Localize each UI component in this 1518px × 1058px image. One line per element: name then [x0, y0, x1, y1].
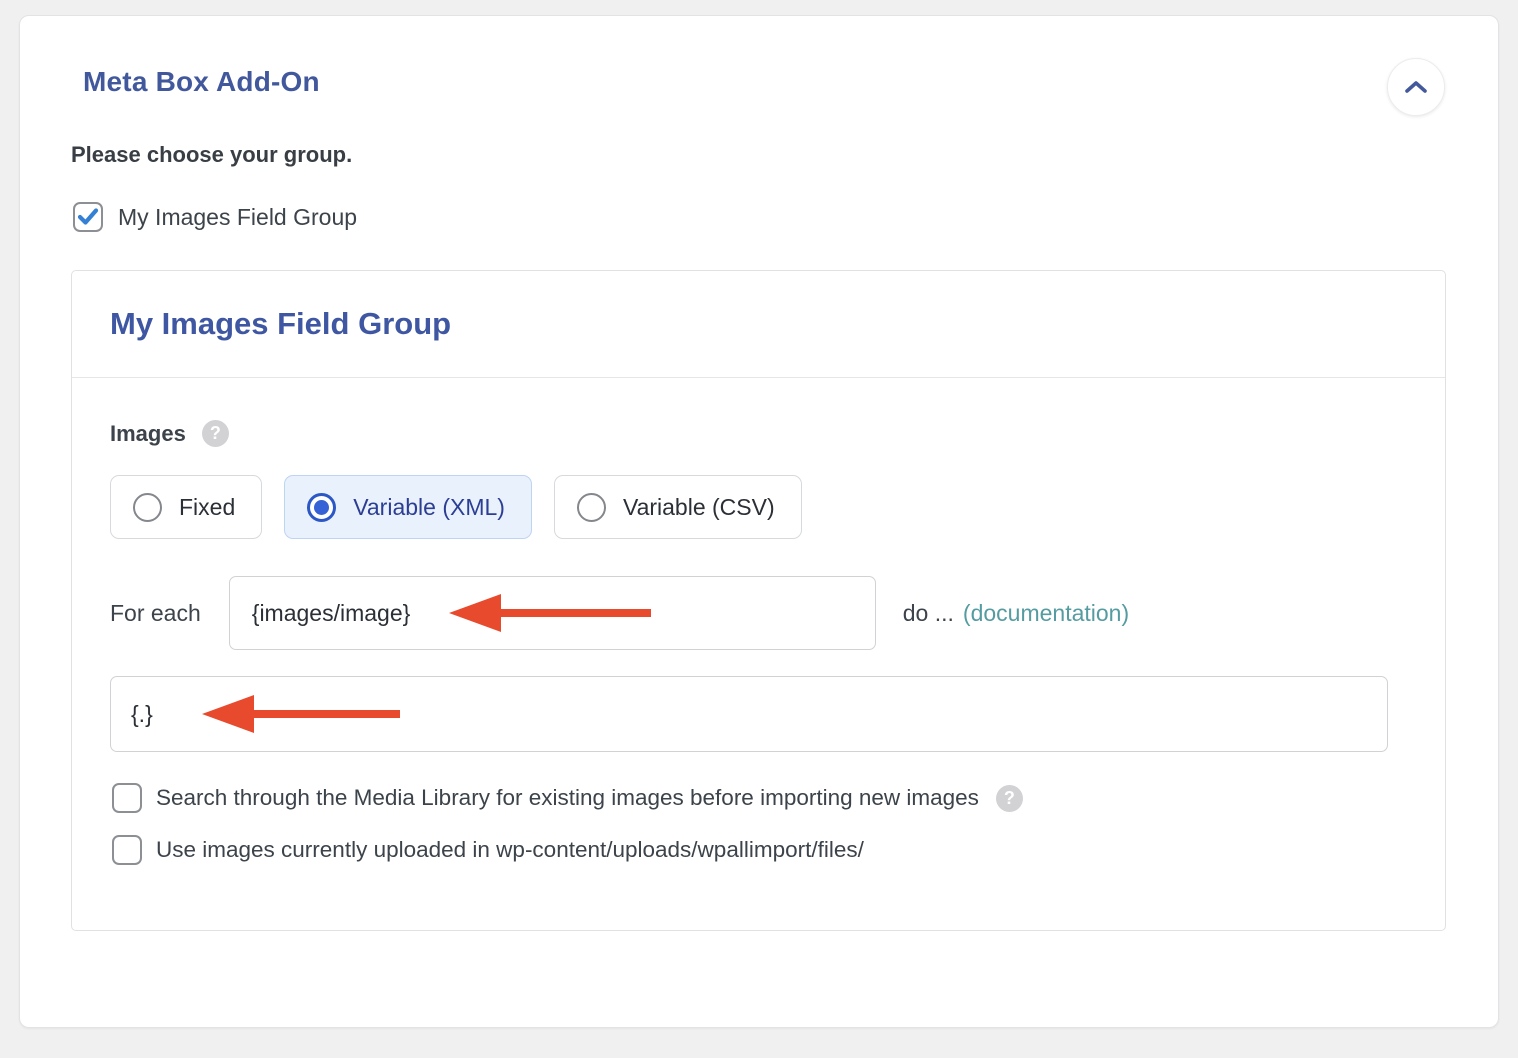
radio-option-fixed[interactable]: Fixed [110, 475, 262, 539]
group-checkbox-label: My Images Field Group [118, 204, 357, 231]
field-group-panel: My Images Field Group Images ? Fixed Var… [71, 270, 1446, 931]
images-help-icon[interactable]: ? [202, 420, 229, 447]
search-media-library-row[interactable]: Search through the Media Library for exi… [112, 783, 1445, 813]
radio-option-label: Variable (XML) [353, 494, 505, 521]
search-media-library-label: Search through the Media Library for exi… [156, 785, 979, 811]
foreach-label: For each [110, 600, 201, 627]
foreach-row: For each do ... (documentation) [110, 576, 1445, 650]
use-uploaded-images-checkbox[interactable] [112, 835, 142, 865]
group-checkbox-row[interactable]: My Images Field Group [73, 202, 1498, 232]
search-media-library-help-icon[interactable]: ? [996, 785, 1023, 812]
images-field-label: Images [110, 421, 186, 447]
radio-option-label: Fixed [179, 494, 235, 521]
radio-unchecked-icon [133, 493, 162, 522]
template-input-wrap [110, 676, 1445, 752]
card-header: Meta Box Add-On [20, 16, 1498, 98]
field-group-panel-body: Images ? Fixed Variable (XML) Variable (… [72, 378, 1445, 865]
checkmark-icon [77, 208, 99, 226]
radio-unchecked-icon [577, 493, 606, 522]
image-template-input[interactable] [110, 676, 1388, 752]
do-label: do ... [903, 600, 954, 627]
documentation-link[interactable]: (documentation) [963, 600, 1129, 627]
group-checkbox[interactable] [73, 202, 103, 232]
addon-title: Meta Box Add-On [83, 66, 1446, 98]
image-source-radio-group: Fixed Variable (XML) Variable (CSV) [110, 475, 1445, 539]
field-group-panel-title: My Images Field Group [110, 306, 451, 342]
choose-group-label: Please choose your group. [71, 142, 1498, 168]
search-media-library-checkbox[interactable] [112, 783, 142, 813]
images-label-row: Images ? [110, 420, 1445, 447]
collapse-button[interactable] [1387, 58, 1445, 116]
foreach-xpath-input[interactable] [229, 576, 876, 650]
field-group-panel-header: My Images Field Group [72, 271, 1445, 378]
use-uploaded-images-label: Use images currently uploaded in wp-cont… [156, 837, 864, 863]
chevron-up-icon [1402, 79, 1430, 95]
radio-option-variable-xml[interactable]: Variable (XML) [284, 475, 532, 539]
use-uploaded-images-row[interactable]: Use images currently uploaded in wp-cont… [112, 835, 1445, 865]
radio-option-variable-csv[interactable]: Variable (CSV) [554, 475, 802, 539]
radio-option-label: Variable (CSV) [623, 494, 775, 521]
meta-box-addon-card: Meta Box Add-On Please choose your group… [19, 15, 1499, 1028]
radio-checked-icon [307, 493, 336, 522]
